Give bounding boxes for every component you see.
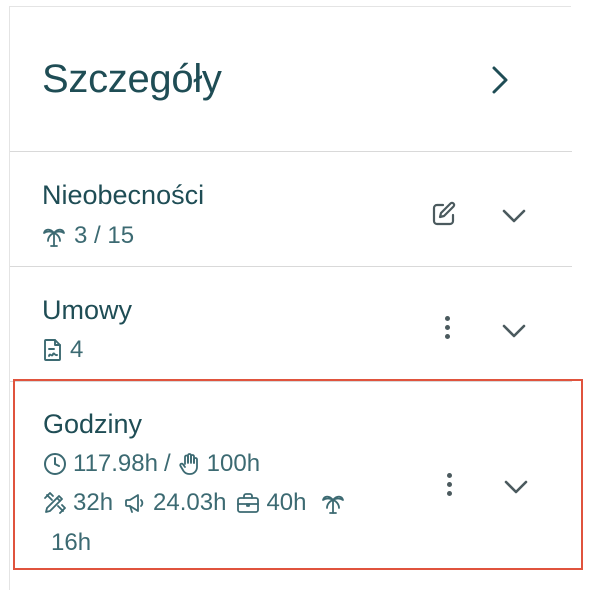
hours-worked: 117.98h	[73, 450, 158, 477]
hours-summary: 117.98h / 100h	[43, 450, 260, 478]
palm-tree-icon	[42, 224, 66, 248]
absences-count: 3 / 15	[74, 222, 135, 249]
details-header: Szczegóły	[10, 7, 572, 152]
absences-meta: 3 / 15	[42, 222, 134, 250]
section-absences[interactable]: Nieobecności 3 / 15	[10, 152, 572, 267]
edit-icon[interactable]	[430, 200, 458, 228]
details-panel: Szczegóły Nieobecności 3 / 15 Umowy 4 Go…	[9, 6, 583, 590]
chevron-right-icon[interactable]	[488, 65, 512, 95]
hours-planned: 100h	[206, 450, 261, 477]
hours-item-1: 32h	[73, 489, 114, 516]
section-contracts[interactable]: Umowy 4	[10, 268, 572, 382]
document-icon	[42, 338, 64, 362]
clock-icon	[43, 452, 67, 476]
hours-separator: /	[163, 450, 171, 477]
hours-item-2: 24.03h	[153, 489, 227, 516]
pencil-ruler-icon	[43, 491, 67, 515]
section-hours[interactable]: Godziny 117.98h / 100h 32h 24.03h 40h 16…	[13, 379, 583, 570]
more-vertical-icon[interactable]	[443, 316, 451, 342]
contracts-meta: 4	[42, 336, 83, 364]
megaphone-icon	[123, 491, 147, 515]
hours-item-4: 16h	[51, 529, 92, 556]
chevron-down-icon[interactable]	[501, 323, 527, 339]
section-title-hours: Godziny	[43, 409, 143, 439]
section-title-contracts: Umowy	[42, 295, 133, 325]
contracts-count: 4	[70, 336, 84, 363]
hand-icon	[177, 452, 201, 476]
chevron-down-icon[interactable]	[501, 208, 527, 224]
briefcase-icon	[236, 491, 260, 515]
section-title-absences: Nieobecności	[42, 180, 205, 210]
hours-item-3: 40h	[266, 489, 307, 516]
page-title: Szczegóły	[42, 57, 222, 101]
hours-breakdown-wrap: 16h	[51, 529, 91, 557]
more-vertical-icon[interactable]	[445, 473, 453, 499]
chevron-down-icon[interactable]	[503, 479, 529, 495]
hours-breakdown: 32h 24.03h 40h	[43, 489, 345, 517]
palm-tree-icon	[321, 491, 345, 515]
